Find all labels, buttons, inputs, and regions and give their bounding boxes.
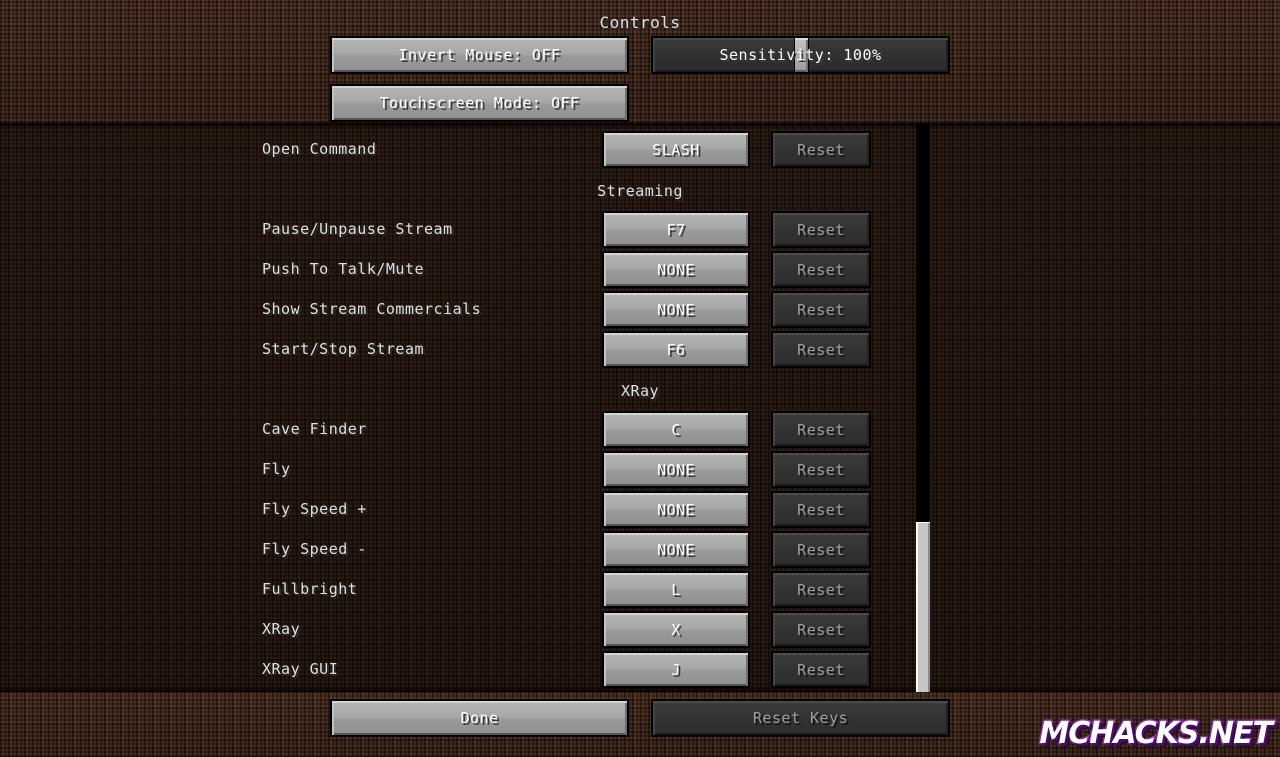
sensitivity-slider[interactable]: Sensitivity: 100% (653, 38, 948, 72)
keybind-label: Fullbright (262, 580, 358, 598)
reset-button: Reset (773, 133, 869, 166)
keybind-label: Pause/Unpause Stream (262, 220, 453, 238)
keybind-label: Cave Finder (262, 420, 367, 438)
keybind-button[interactable]: C (604, 413, 748, 446)
reset-button: Reset (773, 613, 869, 646)
reset-button: Reset (773, 453, 869, 486)
reset-button: Reset (773, 253, 869, 286)
reset-button: Reset (773, 493, 869, 526)
sensitivity-slider-label: Sensitivity: 100% (719, 46, 882, 64)
reset-button: Reset (773, 533, 869, 566)
keybind-button[interactable]: NONE (604, 453, 748, 486)
keybind-button[interactable]: J (604, 653, 748, 686)
page-title: Controls (599, 13, 681, 32)
controls-list-area (0, 123, 1280, 692)
keybind-label: Open Command (262, 140, 377, 158)
reset-button: Reset (773, 413, 869, 446)
scrollbar-thumb[interactable] (916, 522, 930, 692)
keybind-label: Push To Talk/Mute (262, 260, 425, 278)
keybind-label: Start/Stop Stream (262, 340, 425, 358)
keybind-button[interactable]: NONE (604, 533, 748, 566)
keybind-label: Fly (262, 460, 291, 478)
keybind-button[interactable]: NONE (604, 493, 748, 526)
keybind-label: XRay (262, 620, 301, 638)
keybind-button[interactable]: SLASH (604, 133, 748, 166)
reset-button: Reset (773, 333, 869, 366)
keybind-button[interactable]: L (604, 573, 748, 606)
keybind-button[interactable]: F6 (604, 333, 748, 366)
keybind-button[interactable]: F7 (604, 213, 748, 246)
keybind-label: Fly Speed + (262, 500, 367, 518)
touchscreen-mode-button[interactable]: Touchscreen Mode: OFF (332, 86, 627, 120)
reset-button: Reset (773, 293, 869, 326)
keybind-label: Show Stream Commercials (262, 300, 482, 318)
done-button[interactable]: Done (332, 701, 627, 735)
invert-mouse-button[interactable]: Invert Mouse: OFF (332, 38, 627, 72)
category-header: XRay (620, 382, 660, 400)
keybind-button[interactable]: NONE (604, 293, 748, 326)
category-header: Streaming (597, 182, 683, 200)
keybind-button[interactable]: X (604, 613, 748, 646)
keybind-button[interactable]: NONE (604, 253, 748, 286)
minecraft-controls-screen: Controls Invert Mouse: OFF Sensitivity: … (0, 0, 1280, 757)
reset-button: Reset (773, 653, 869, 686)
keybind-label: XRay GUI (262, 660, 339, 678)
site-watermark: MCHACKS.NET (1038, 715, 1275, 753)
reset-button: Reset (773, 573, 869, 606)
reset-keys-button: Reset Keys (653, 701, 948, 735)
reset-button: Reset (773, 213, 869, 246)
keybind-label: Fly Speed - (262, 540, 367, 558)
